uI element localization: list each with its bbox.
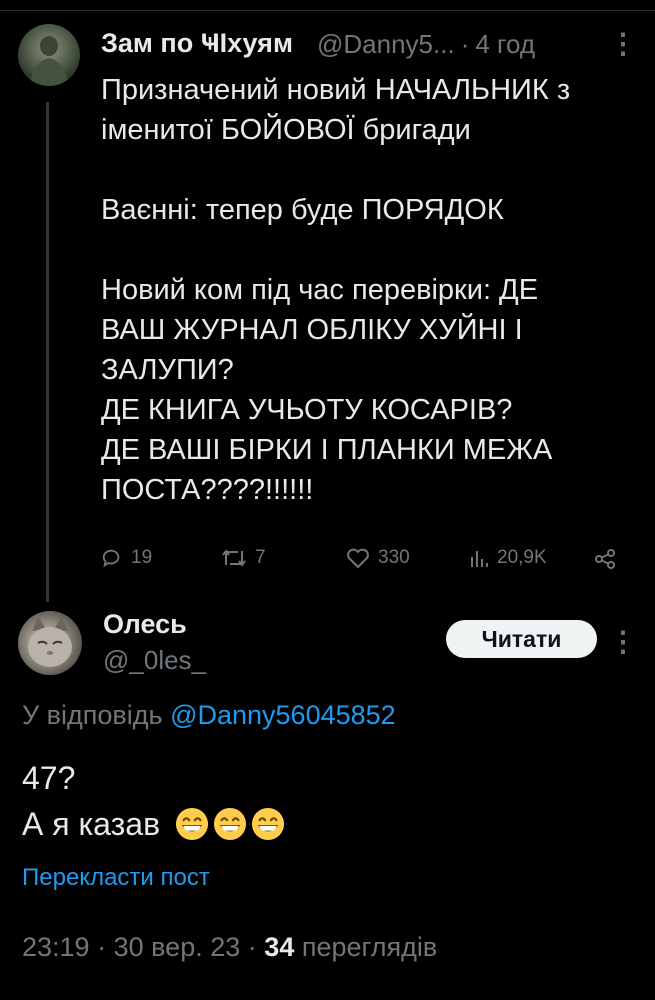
tweet-meta: @Danny5... · 4 год [317,29,535,60]
replying-to-mention[interactable]: @Danny56045852 [170,700,396,730]
tweet-text: Призначений новий НАЧАЛЬНИК з іменитої Б… [101,74,571,506]
reply-author-name[interactable]: Олесь [103,609,187,640]
reply-count: 19 [131,547,153,568]
author-handle[interactable]: @Danny5... [317,29,455,59]
author-name[interactable]: Зам по ҸІхуям [101,28,293,59]
replying-to-label: У відповідь [22,700,163,730]
reply-more-options-icon[interactable]: ⋮ [609,628,637,656]
repost-icon [222,549,246,567]
share-icon [595,549,615,569]
reply-text: 47? А я казав [22,755,285,847]
reply-text-line-1: 47? [22,760,76,796]
tweet-actions: 19 7 330 20,9K [101,547,621,579]
meta-separator: · [460,29,470,59]
repost-count: 7 [255,547,266,568]
heart-icon [347,548,369,568]
post-date[interactable]: 30 вер. 23 [114,932,241,962]
timestamp-separator: · [247,932,257,962]
top-divider [0,10,655,11]
reply-text-line-2: А я казав [22,801,285,847]
reply-icon [102,549,120,568]
like-action[interactable]: 330 [346,547,410,569]
reply-text-line-2-words: А я казав [22,806,161,842]
post-views-count: 34 [264,932,295,962]
author-avatar[interactable] [18,24,80,86]
views-action[interactable]: 20,9K [469,547,547,569]
share-action[interactable] [593,547,617,571]
reply-author-handle[interactable]: @_0les_ [103,645,206,676]
post-time[interactable]: 23:19 [22,932,90,962]
follow-button[interactable]: Читати [446,620,597,658]
views-count: 20,9K [497,547,547,568]
grinning-face-icon [175,807,209,840]
analytics-icon [471,551,488,567]
like-count: 330 [378,547,410,568]
grinning-face-icon [251,807,285,840]
grinning-face-icon [213,807,247,840]
repost-action[interactable]: 7 [221,547,266,569]
thread-connector-line [46,102,49,602]
emoji-group [175,807,285,841]
reply-action[interactable]: 19 [101,547,152,569]
translate-post-link[interactable]: Перекласти пост [22,864,210,892]
tweet-time-ago[interactable]: 4 год [475,29,535,59]
replying-to-line: У відповідь @Danny56045852 [22,700,396,731]
post-views-label: переглядів [301,932,438,962]
reply-author-avatar[interactable] [18,611,82,675]
more-options-icon[interactable]: ⋮ [609,30,637,58]
timestamp-separator: · [97,932,107,962]
post-timestamp: 23:19 · 30 вер. 23 · 34 переглядів [22,932,437,963]
